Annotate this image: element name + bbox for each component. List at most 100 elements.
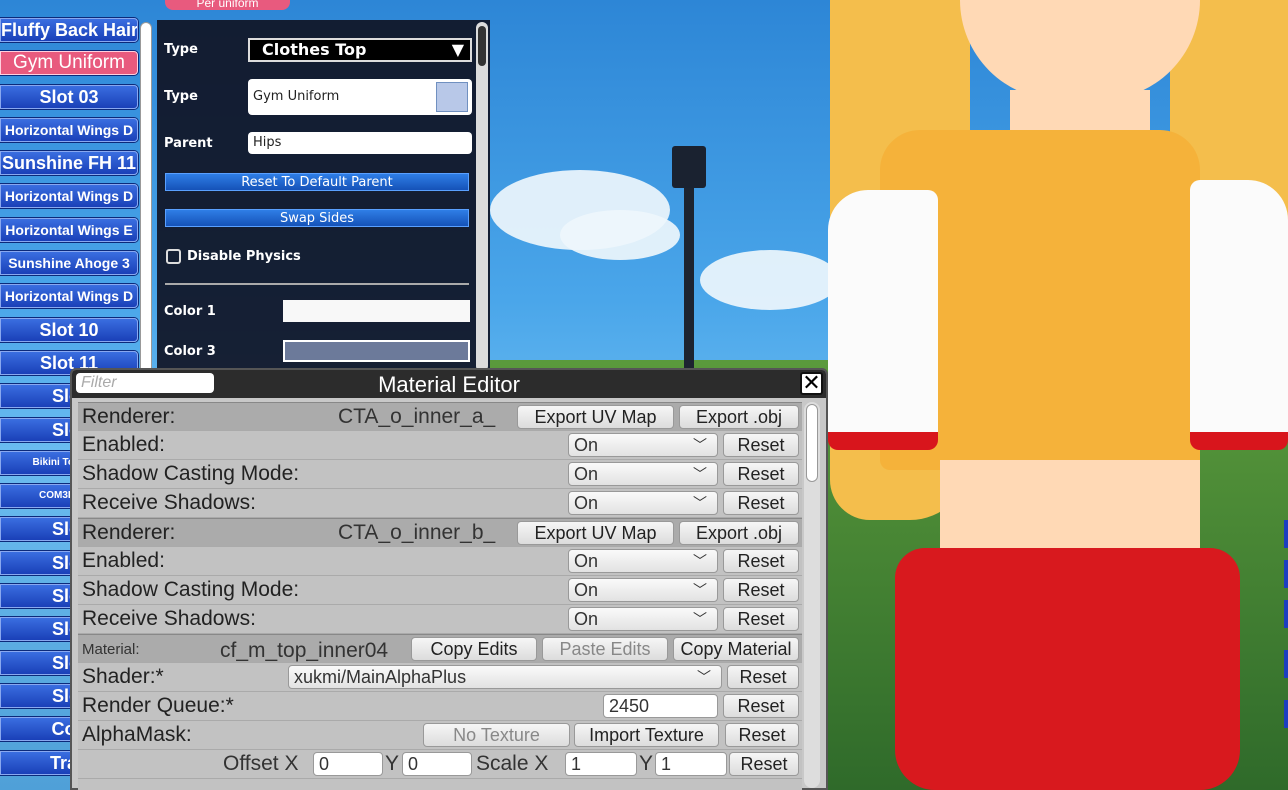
accessory-type-field[interactable]: Gym Uniform (248, 79, 472, 115)
no-texture-button[interactable]: No Texture (423, 723, 570, 747)
slot-item[interactable]: Slot 03 (0, 84, 138, 109)
material-editor-titlebar[interactable]: Material Editor Filter ✕ (72, 370, 826, 398)
slot-item[interactable]: Horizontal Wings D (0, 184, 138, 209)
receive-shadows-value: On (574, 609, 599, 629)
chevron-down-icon: ﹀ (693, 553, 707, 569)
color3-swatch[interactable] (283, 340, 470, 362)
material-row: Material: cf_m_top_inner04 Copy Edits Pa… (78, 634, 802, 663)
render-queue-label: Render Queue:* (82, 694, 234, 717)
parent-label: Parent (164, 136, 213, 151)
offset-x-label: Offset X (223, 752, 299, 775)
street-lamp-pole (684, 160, 694, 380)
gym-shorts (895, 548, 1240, 790)
shader-select[interactable]: xukmi/MainAlphaPlus ﹀ (288, 665, 722, 689)
slot-item[interactable]: Slot 10 (0, 317, 138, 342)
parent-field[interactable]: Hips (248, 132, 472, 154)
close-icon[interactable]: ✕ (800, 372, 823, 395)
slot-item[interactable]: Horizontal Wings E (0, 217, 138, 242)
export-uv-map-button[interactable]: Export UV Map (517, 405, 674, 429)
reset-button[interactable]: Reset (723, 549, 799, 573)
right-edge-button[interactable] (1284, 650, 1288, 678)
panel-scrollbar[interactable] (476, 22, 488, 372)
receive-shadows-value: On (574, 493, 599, 513)
offset-y-input[interactable]: 0 (402, 752, 472, 776)
copy-material-button[interactable]: Copy Material (673, 637, 799, 661)
shader-row: Shader:* xukmi/MainAlphaPlus ﹀ Reset (78, 663, 802, 692)
enabled-select[interactable]: On ﹀ (568, 433, 718, 457)
reset-button[interactable]: Reset (727, 665, 799, 689)
shadow-casting-row: Shadow Casting Mode: On ﹀ Reset (78, 460, 802, 489)
parent-value: Hips (253, 135, 282, 150)
enabled-row: Enabled: On ﹀ Reset (78, 431, 802, 460)
right-edge-button[interactable] (1284, 600, 1288, 628)
scale-y-input[interactable]: 1 (655, 752, 727, 776)
renderer-name: CTA_o_inner_a_ (338, 405, 496, 428)
export-obj-button[interactable]: Export .obj (679, 521, 799, 545)
slot-item[interactable]: Sunshine FH 11 (0, 151, 138, 176)
reset-button[interactable]: Reset (729, 752, 799, 776)
disable-physics-label: Disable Physics (187, 249, 301, 264)
reset-button[interactable]: Reset (723, 491, 799, 515)
right-edge-button[interactable] (1284, 560, 1288, 588)
scale-x-input[interactable]: 1 (565, 752, 637, 776)
slot-item[interactable]: Fluffy Back Hair 2 (0, 18, 138, 42)
reset-button[interactable]: Reset (723, 578, 799, 602)
material-editor-window: Material Editor Filter ✕ Renderer: CTA_o… (70, 368, 828, 790)
disable-physics-checkbox[interactable] (166, 249, 181, 264)
shadow-casting-value: On (574, 580, 599, 600)
chevron-down-icon: ﹀ (697, 669, 711, 685)
chevron-down-icon: ﹀ (693, 495, 707, 511)
left-sleeve (828, 190, 938, 450)
enabled-label: Enabled: (82, 433, 165, 456)
shadow-casting-select[interactable]: On ﹀ (568, 462, 718, 486)
right-edge-button[interactable] (1284, 700, 1288, 728)
reset-to-default-parent-button[interactable]: Reset To Default Parent (165, 173, 469, 191)
slot-item[interactable]: Sunshine Ahoge 3 (0, 251, 138, 276)
slot-item[interactable]: Gym Uniform (0, 51, 138, 76)
receive-shadows-select[interactable]: On ﹀ (568, 607, 718, 631)
right-edge-button[interactable] (1284, 520, 1288, 548)
swap-sides-button[interactable]: Swap Sides (165, 209, 469, 227)
material-name: cf_m_top_inner04 (220, 639, 389, 662)
shadow-casting-value: On (574, 464, 599, 484)
receive-shadows-row: Receive Shadows: On ﹀ Reset (78, 489, 802, 518)
shadow-casting-select[interactable]: On ﹀ (568, 578, 718, 602)
receive-shadows-select[interactable]: On ﹀ (568, 491, 718, 515)
slot-item[interactable]: Horizontal Wings D (0, 117, 138, 142)
renderer-label: Renderer: (82, 405, 176, 428)
per-uniform-tab[interactable]: Per uniform (165, 0, 290, 10)
export-obj-button[interactable]: Export .obj (679, 405, 799, 429)
slot-list-scrollbar[interactable] (140, 22, 152, 382)
face (960, 0, 1200, 100)
enabled-select[interactable]: On ﹀ (568, 549, 718, 573)
export-uv-map-button[interactable]: Export UV Map (517, 521, 674, 545)
panel-divider (165, 283, 469, 285)
enabled-row: Enabled: On ﹀ Reset (78, 547, 802, 576)
reset-button[interactable]: Reset (723, 607, 799, 631)
renderer-name: CTA_o_inner_b_ (338, 521, 496, 544)
offset-scale-row: Offset X 0 Y 0 Scale X 1 Y 1 Reset (78, 750, 802, 779)
material-editor-scrollbar[interactable] (804, 402, 820, 788)
scrollbar-thumb[interactable] (806, 404, 818, 482)
reset-button[interactable]: Reset (723, 462, 799, 486)
copy-edits-button[interactable]: Copy Edits (411, 637, 537, 661)
scrollbar-thumb[interactable] (478, 26, 486, 66)
import-texture-button[interactable]: Import Texture (574, 723, 719, 747)
reset-button[interactable]: Reset (723, 433, 799, 457)
renderer-label: Renderer: (82, 521, 176, 544)
color1-swatch[interactable] (283, 300, 470, 322)
filter-input[interactable]: Filter (76, 373, 214, 393)
type-dropdown[interactable]: Clothes Top ▼ (248, 38, 472, 62)
offset-x-input[interactable]: 0 (313, 752, 383, 776)
chevron-down-icon: ﹀ (693, 466, 707, 482)
receive-shadows-label: Receive Shadows: (82, 607, 256, 630)
slot-item[interactable]: Horizontal Wings D (0, 284, 138, 309)
chevron-down-icon: ﹀ (693, 582, 707, 598)
scale-y-label: Y (639, 752, 654, 775)
reset-button[interactable]: Reset (723, 694, 799, 718)
shadow-casting-label: Shadow Casting Mode: (82, 578, 300, 601)
paste-edits-button[interactable]: Paste Edits (542, 637, 668, 661)
reset-button[interactable]: Reset (725, 723, 799, 747)
render-queue-input[interactable]: 2450 (603, 694, 718, 718)
character-model (790, 0, 1288, 790)
